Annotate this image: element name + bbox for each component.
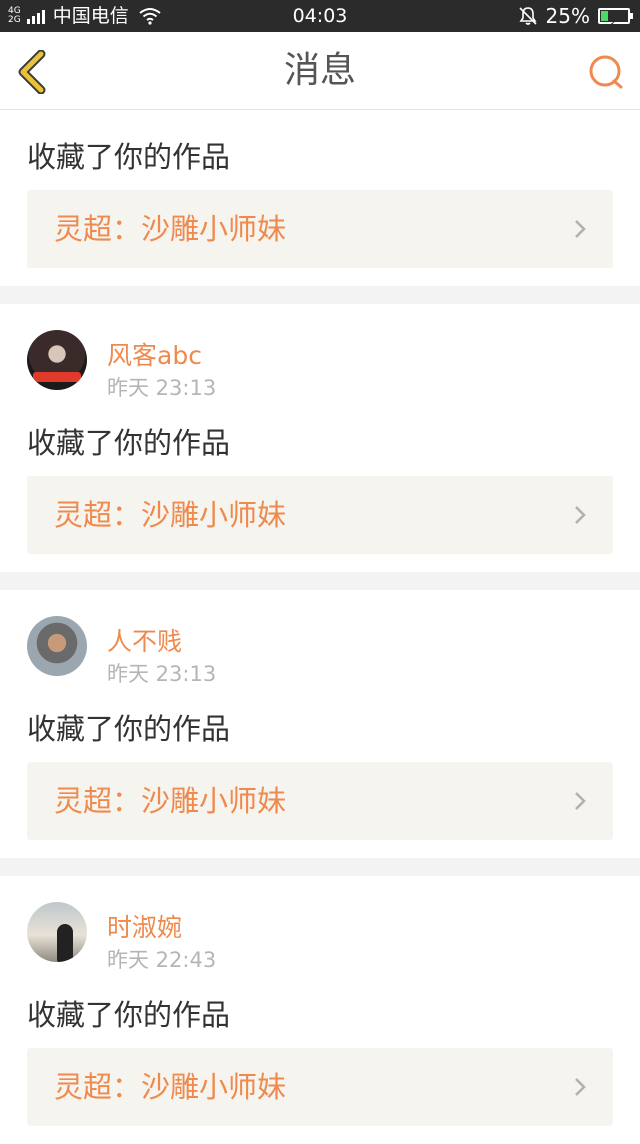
timestamp: 昨天 23:13: [107, 662, 217, 686]
battery-percent: 25%: [545, 4, 590, 28]
divider: [0, 286, 640, 304]
action-text: 收藏了你的作品: [27, 426, 231, 460]
status-right: 25% ⚡: [518, 0, 633, 32]
username[interactable]: 风客abc: [107, 336, 202, 372]
action-text: 收藏了你的作品: [27, 712, 231, 746]
avatar[interactable]: [27, 616, 87, 676]
nav-header: 消息: [0, 32, 640, 110]
work-link[interactable]: 灵超：沙雕小师妹: [27, 190, 613, 268]
chevron-right-icon: [575, 506, 586, 524]
avatar[interactable]: [27, 902, 87, 962]
chevron-right-icon: [575, 1078, 586, 1096]
work-title: 灵超：沙雕小师妹: [54, 1070, 287, 1104]
message-list[interactable]: 收藏了你的作品 灵超：沙雕小师妹 风客abc 昨天 23:13 收藏了你的作品 …: [0, 110, 640, 1144]
timestamp: 昨天 22:43: [107, 948, 217, 972]
battery-fill: [601, 11, 608, 21]
work-link[interactable]: 灵超：沙雕小师妹: [27, 762, 613, 840]
search-button[interactable]: [586, 52, 626, 92]
avatar[interactable]: [27, 330, 87, 390]
username[interactable]: 时淑婉: [107, 908, 182, 944]
work-link[interactable]: 灵超：沙雕小师妹: [27, 1048, 613, 1126]
battery-icon: ⚡: [598, 8, 633, 32]
chevron-right-icon: [575, 792, 586, 810]
work-title: 灵超：沙雕小师妹: [54, 498, 287, 532]
work-title: 灵超：沙雕小师妹: [54, 212, 287, 246]
status-bar: 4G 2G 中国电信 04:03 25% ⚡: [0, 0, 640, 32]
chevron-right-icon: [575, 220, 586, 238]
page-title: 消息: [283, 50, 356, 91]
action-text: 收藏了你的作品: [27, 998, 231, 1032]
timestamp: 昨天 23:13: [107, 376, 217, 400]
divider: [0, 858, 640, 876]
divider: [0, 572, 640, 590]
action-text: 收藏了你的作品: [27, 140, 231, 174]
message-item: 收藏了你的作品 灵超：沙雕小师妹: [0, 110, 640, 286]
work-title: 灵超：沙雕小师妹: [54, 784, 287, 818]
message-item: 人不贱 昨天 23:13 收藏了你的作品 灵超：沙雕小师妹: [0, 590, 640, 858]
message-item: 时淑婉 昨天 22:43 收藏了你的作品 灵超：沙雕小师妹: [0, 876, 640, 1144]
work-link[interactable]: 灵超：沙雕小师妹: [27, 476, 613, 554]
username[interactable]: 人不贱: [107, 622, 182, 658]
bell-muted-icon: [518, 7, 537, 25]
message-item: 风客abc 昨天 23:13 收藏了你的作品 灵超：沙雕小师妹: [0, 304, 640, 572]
